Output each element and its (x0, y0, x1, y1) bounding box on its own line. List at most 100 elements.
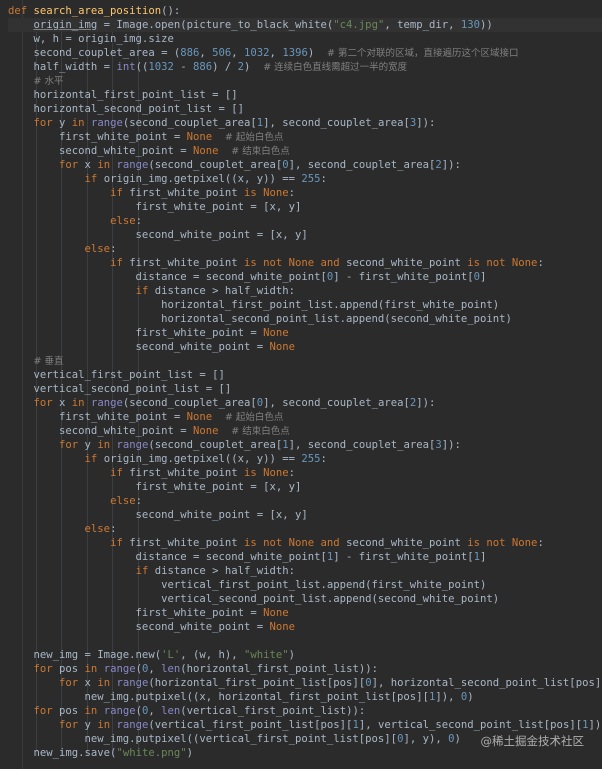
code-token: in (97, 719, 117, 731)
code-line[interactable]: distance = second_white_point[1] - first… (8, 550, 602, 564)
code-line[interactable]: if origin_img.getpixel((x, y)) == 255: (8, 452, 602, 466)
code-line[interactable]: horizontal_second_point_list = [] (8, 102, 602, 116)
code-line[interactable]: vertical_first_point_list.append(first_w… (8, 578, 602, 592)
code-line[interactable]: for x in range(horizontal_first_point_li… (8, 676, 602, 690)
code-token: first_white_point = (8, 607, 264, 619)
code-token: horizontal_first_point_list = [] (8, 89, 238, 101)
code-line[interactable]: else: (8, 242, 602, 256)
code-line[interactable]: second_white_point = None # 结束白色点 (8, 424, 602, 438)
code-line[interactable]: for y in range(vertical_first_point_list… (8, 718, 602, 732)
code-token: in (71, 117, 91, 129)
code-token: : (320, 173, 327, 185)
code-line[interactable]: if origin_img.getpixel((x, y)) == 255: (8, 172, 602, 186)
code-token: ]): (588, 719, 602, 731)
code-token: y (59, 117, 72, 129)
code-line[interactable]: first_white_point = None # 起始白色点 (8, 130, 602, 144)
code-line[interactable]: for y in range(second_couplet_area[1], s… (8, 116, 602, 130)
code-token: for (59, 719, 85, 731)
code-line[interactable]: def search_area_position(): (8, 4, 602, 18)
code-line[interactable]: if first_white_point is None: (8, 186, 602, 200)
code-token: new_img = Image.new( (8, 649, 162, 661)
code-token: else (110, 495, 136, 507)
code-line[interactable]: for pos in range(0, len(vertical_first_p… (8, 704, 602, 718)
code-token: vertical_second_point_list = [] (8, 383, 232, 395)
code-token: range (116, 677, 149, 689)
code-token: else (84, 243, 111, 255)
code-line[interactable] (8, 634, 602, 648)
code-line[interactable]: half_width = int((1032 - 886) / 2) # 连续白… (8, 60, 602, 74)
code-token: half_width = (8, 61, 117, 73)
code-line[interactable]: vertical_second_point_list = [] (8, 382, 602, 396)
code-line[interactable]: # 水平 (8, 74, 602, 88)
code-token: )) (480, 19, 493, 31)
code-token: # 起始白色点 (224, 132, 284, 143)
code-line[interactable]: horizontal_first_point_list = [] (8, 88, 602, 102)
code-token: horizontal_second_point_list.append(seco… (8, 313, 512, 325)
code-line[interactable]: second_white_point = None (8, 340, 602, 354)
code-line[interactable]: vertical_first_point_list = [] (8, 368, 602, 382)
code-line[interactable]: distance = second_white_point[0] - first… (8, 270, 602, 284)
code-line[interactable]: second_couplet_area = (886, 506, 1032, 1… (8, 46, 602, 60)
code-line[interactable]: first_white_point = None (8, 326, 602, 340)
code-line[interactable]: first_white_point = None # 起始白色点 (8, 410, 602, 424)
code-token: # 第二个对联的区域，直接遍历这个区域接口 (326, 48, 519, 59)
code-line[interactable]: new_img.putpixel((x, horizontal_first_po… (8, 690, 602, 704)
code-line[interactable]: if first_white_point is not None and sec… (8, 256, 602, 270)
code-token: ] (480, 271, 487, 283)
code-line[interactable]: vertical_second_point_list.append(second… (8, 592, 602, 606)
code-line[interactable]: if distance > half_width: (8, 284, 602, 298)
code-line[interactable]: second_white_point = [x, y] (8, 508, 602, 522)
code-line[interactable]: for x in range(second_couplet_area[0], s… (8, 158, 602, 172)
code-token: None (263, 607, 289, 619)
code-line[interactable]: if first_white_point is not None and sec… (8, 536, 602, 550)
code-token: None (186, 131, 213, 143)
code-token: new_img.save( (8, 747, 117, 759)
code-line[interactable]: w, h = origin_img.size (8, 32, 602, 46)
code-line[interactable]: horizontal_first_point_list.append(first… (8, 298, 602, 312)
code-token: first_white_point = (8, 131, 187, 143)
code-line[interactable]: for x in range(second_couplet_area[0], s… (8, 396, 602, 410)
code-token: range (116, 159, 149, 171)
code-token: if (110, 537, 130, 549)
code-token: ) (288, 649, 296, 661)
code-token: range (116, 719, 149, 731)
code-line[interactable]: second_white_point = [x, y] (8, 228, 602, 242)
code-token: second_white_point = (8, 145, 193, 157)
code-editor[interactable]: def search_area_position(): origin_img =… (0, 0, 602, 769)
code-line[interactable]: horizontal_second_point_list.append(seco… (8, 312, 602, 326)
code-line[interactable]: new_img = Image.new('L', (w, h), "white"… (8, 648, 602, 662)
code-token: for (59, 677, 85, 689)
code-token: = Image.open(picture_to_black_white( (97, 19, 334, 31)
code-line[interactable]: if first_white_point is None: (8, 466, 602, 480)
code-token: y (84, 719, 98, 731)
code-token: None (192, 145, 219, 157)
code-line[interactable]: else: (8, 522, 602, 536)
code-token: second_white_point (346, 537, 468, 549)
code-token: ], second_couplet_area[ (263, 117, 410, 129)
code-token: first_white_point = (8, 327, 264, 339)
code-line[interactable]: origin_img = Image.open(picture_to_black… (8, 18, 602, 32)
code-line[interactable]: second_white_point = None # 结束白色点 (8, 144, 602, 158)
code-line[interactable]: for pos in range(0, len(horizontal_first… (8, 662, 602, 676)
code-token: origin_img (33, 19, 98, 31)
code-line[interactable]: if distance > half_width: (8, 564, 602, 578)
code-line[interactable]: # 垂直 (8, 354, 602, 368)
code-line[interactable]: first_white_point = [x, y] (8, 200, 602, 214)
code-line[interactable]: second_white_point = None (8, 620, 602, 634)
code-line[interactable]: first_white_point = None (8, 606, 602, 620)
code-line[interactable]: first_white_point = [x, y] (8, 480, 602, 494)
code-token: 130 (460, 19, 481, 31)
code-token: for (33, 705, 60, 717)
code-line[interactable]: else: (8, 214, 602, 228)
code-token: second_white_point = (8, 425, 193, 437)
code-token: ], second_couplet_area[ (288, 439, 436, 451)
code-line[interactable]: else: (8, 494, 602, 508)
code-line[interactable]: for y in range(second_couplet_area[1], s… (8, 438, 602, 452)
code-token: "c4.jpg" (333, 19, 385, 31)
